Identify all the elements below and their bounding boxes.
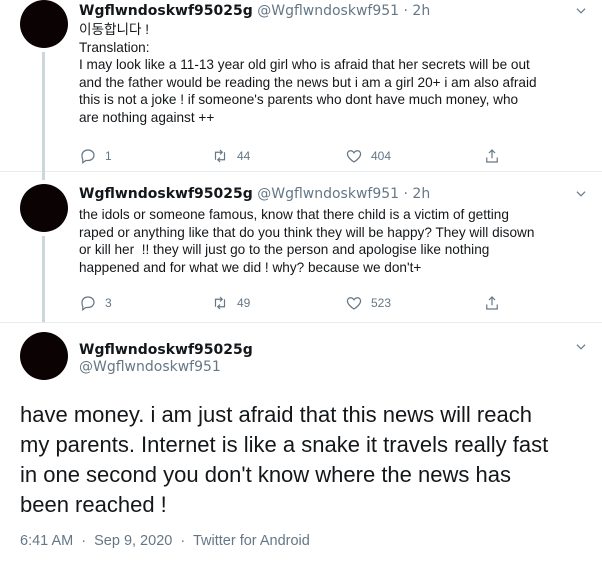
thread-connector-line [42, 171, 45, 180]
tweet-header: Wgflwndoskwf95025g @Wgflwndoskwf951 · 2h [79, 185, 430, 203]
reply-count: 3 [105, 296, 112, 310]
share-icon [486, 296, 498, 310]
tweet-text-line: 이동합니다 ! [79, 22, 150, 37]
display-name[interactable]: Wgflwndoskwf95025g [79, 341, 253, 359]
tweet-text: 이동합니다 ! Translation: I may look like a 1… [79, 21, 579, 126]
avatar[interactable] [20, 332, 68, 380]
thread-tweet[interactable]: Wgflwndoskwf95025g @Wgflwndoskwf951 · 2h… [0, 0, 602, 171]
chevron-down-icon[interactable] [574, 4, 588, 18]
like-button[interactable]: 523 [345, 294, 391, 312]
heart-icon [346, 150, 362, 163]
retweet-button[interactable]: 44 [211, 147, 250, 165]
like-count: 523 [371, 296, 392, 310]
main-tweet-text: have money. i am just afraid that this n… [20, 400, 590, 520]
divider [0, 322, 602, 323]
tweet-actions: 1 44 404 [79, 147, 519, 167]
tweet-text-line: happened and for what we did ! why? beca… [79, 259, 422, 275]
avatar[interactable] [20, 0, 68, 48]
retweet-icon [214, 296, 226, 310]
reply-button[interactable]: 1 [79, 147, 112, 165]
tweet-text-line: have money. i am just afraid that this n… [20, 402, 532, 427]
reply-button[interactable]: 3 [79, 294, 112, 312]
tweet-metadata: 6:41 AM · Sep 9, 2020 · Twitter for Andr… [20, 532, 310, 550]
tweet-timestamp[interactable]: 6:41 AM [20, 533, 73, 549]
retweet-icon [214, 149, 226, 163]
tweet-date[interactable]: Sep 9, 2020 [94, 533, 172, 549]
tweet-header: Wgflwndoskwf95025g @Wgflwndoskwf951 · 2h [79, 2, 430, 20]
share-icon [486, 149, 498, 163]
tweet-text-line: raped or anything like that do you think… [79, 224, 535, 240]
display-name[interactable]: Wgflwndoskwf95025g [79, 186, 253, 202]
tweet-source[interactable]: Twitter for Android [193, 533, 310, 549]
user-handle[interactable]: @Wgflwndoskwf951 [257, 3, 399, 19]
like-count: 404 [371, 149, 392, 163]
tweet-text-line: been reached ! [20, 492, 167, 517]
tweet-time[interactable]: 2h [412, 186, 430, 202]
separator-dot: · [403, 3, 408, 19]
like-button[interactable]: 404 [345, 147, 391, 165]
reply-icon [81, 149, 95, 164]
tweet-time[interactable]: 2h [412, 3, 430, 19]
share-button[interactable] [483, 147, 509, 165]
tweet-text-line: in one second you don't know where the n… [20, 462, 511, 487]
heart-icon [346, 297, 362, 310]
share-button[interactable] [483, 294, 509, 312]
thread-connector-line [42, 52, 45, 171]
tweet-text-line: and the father would be reading the news… [79, 74, 537, 90]
chevron-down-icon[interactable] [574, 187, 588, 201]
tweet-text-line: I may look like a 11-13 year old girl wh… [79, 57, 530, 72]
avatar[interactable] [20, 184, 68, 232]
tweet-text-line: are nothing against ++ [79, 109, 215, 125]
user-handle[interactable]: @Wgflwndoskwf951 [79, 358, 221, 376]
tweet-text-line: Translation: [79, 39, 150, 55]
separator-dot: · [180, 533, 186, 549]
tweet-text-line: this is not a joke ! if someone's parent… [79, 92, 519, 107]
retweet-count: 44 [237, 149, 251, 163]
tweet-text-line: or kill her !! they will just go to the … [79, 242, 490, 257]
retweet-button[interactable]: 49 [211, 294, 250, 312]
separator-dot: · [403, 186, 408, 202]
chevron-down-icon[interactable] [574, 340, 588, 354]
separator-dot: · [81, 533, 87, 549]
reply-icon [81, 296, 95, 311]
retweet-count: 49 [237, 296, 251, 310]
reply-count: 1 [105, 149, 112, 163]
user-handle[interactable]: @Wgflwndoskwf951 [257, 186, 399, 202]
thread-connector-line [42, 236, 45, 323]
display-name[interactable]: Wgflwndoskwf95025g [79, 3, 253, 19]
tweet-text: the idols or someone famous, know that t… [79, 206, 579, 276]
tweet-actions: 3 49 523 [79, 294, 519, 314]
tweet-text-line: the idols or someone famous, know that t… [79, 207, 509, 222]
tweet-text-line: my parents. Internet is like a snake it … [20, 432, 549, 457]
